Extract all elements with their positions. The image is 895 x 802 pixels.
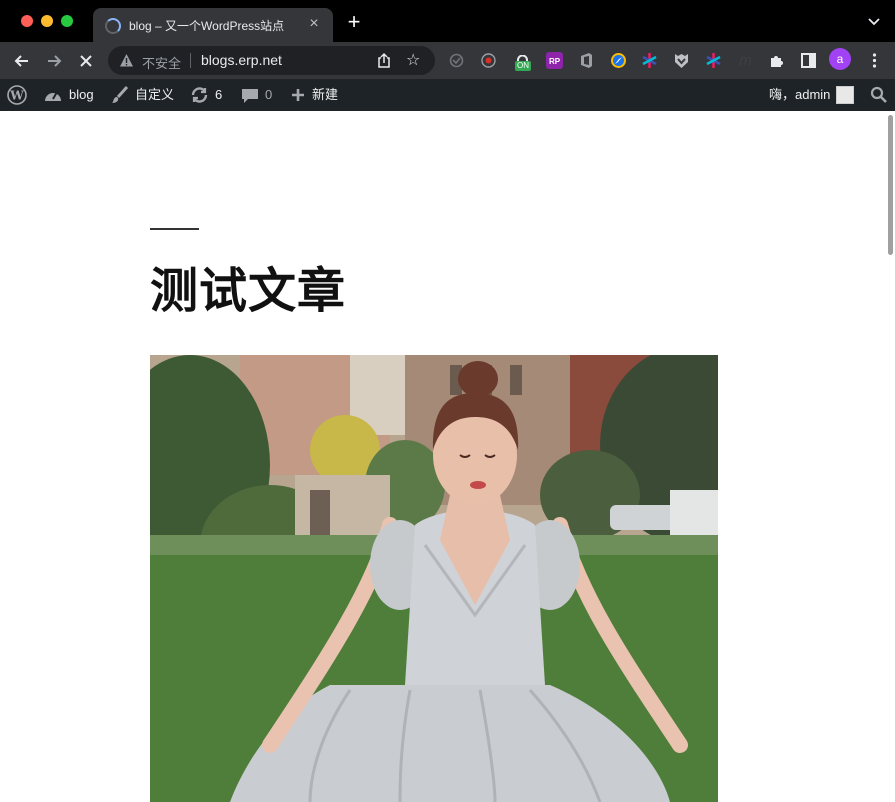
sync-icon[interactable] <box>448 52 465 69</box>
chevron-down-icon[interactable] <box>867 14 881 28</box>
my-account-menu[interactable]: 嗨，admin <box>769 79 855 111</box>
new-tab-button[interactable]: + <box>344 11 364 33</box>
greeting-label: 嗨，admin <box>769 87 831 102</box>
post-title: 测试文章 <box>150 263 347 319</box>
asterisk-icon-2[interactable] <box>705 52 722 69</box>
back-arrow-icon[interactable] <box>9 48 35 74</box>
wp-admin-bar: W blog 自定义 6 0 新建 嗨，admin <box>0 79 895 111</box>
window-maximize-button[interactable] <box>61 15 73 27</box>
browser-toolbar: 不安全 blogs.erp.net ☆ ON RP m a <box>0 42 895 79</box>
paintbrush-icon <box>112 86 129 103</box>
wordpress-logo-icon: W <box>7 85 27 105</box>
title-divider <box>150 228 199 230</box>
plus-icon <box>292 89 304 101</box>
tab-close-icon[interactable]: × <box>305 15 323 33</box>
search-icon <box>870 86 887 103</box>
kebab-menu-icon[interactable] <box>866 52 883 69</box>
comments-link[interactable]: 0 <box>241 79 272 111</box>
tab-strip: blog – 又一个WordPress站点 × + <box>0 0 895 42</box>
warning-icon[interactable] <box>119 53 134 68</box>
stop-loading-icon[interactable] <box>73 48 99 74</box>
updates-refresh-icon <box>191 87 208 103</box>
record-icon[interactable] <box>480 52 497 69</box>
updates-count: 6 <box>215 87 223 102</box>
admin-search[interactable] <box>870 79 888 111</box>
customize-link[interactable]: 自定义 <box>111 79 174 111</box>
office-icon[interactable] <box>578 52 595 69</box>
window-close-button[interactable] <box>21 15 33 27</box>
site-name-label: blog <box>69 87 94 102</box>
shield-icon[interactable] <box>673 52 690 69</box>
featured-image[interactable] <box>150 355 718 802</box>
puzzle-icon[interactable] <box>768 52 785 69</box>
browser-tab[interactable]: blog – 又一个WordPress站点 × <box>93 8 333 42</box>
comments-count: 0 <box>265 87 273 102</box>
rp-extension[interactable]: RP <box>546 52 563 69</box>
featured-photo <box>150 355 718 802</box>
customize-label: 自定义 <box>135 87 175 102</box>
new-content-label: 新建 <box>312 87 339 102</box>
bookmark-star-icon[interactable]: ☆ <box>406 50 420 70</box>
m-icon[interactable]: m <box>737 52 754 69</box>
tab-title: blog – 又一个WordPress站点 <box>129 19 285 33</box>
page-content: 测试文章 <box>0 111 895 802</box>
share-icon[interactable] <box>376 52 392 69</box>
omnibox-divider <box>190 53 191 68</box>
updates-link[interactable]: 6 <box>190 79 222 111</box>
comment-bubble-icon <box>242 88 258 103</box>
dashboard-gauge-icon <box>45 91 61 101</box>
scrollbar-thumb[interactable] <box>888 115 893 255</box>
window-minimize-button[interactable] <box>41 15 53 27</box>
on-badge-extension[interactable]: ON <box>514 52 531 71</box>
side-panel-icon[interactable] <box>800 52 817 69</box>
asterisk-icon[interactable] <box>641 52 658 69</box>
site-name-menu[interactable]: blog <box>43 79 94 111</box>
address-bar[interactable]: 不安全 blogs.erp.net ☆ <box>108 46 435 75</box>
not-secure-label[interactable]: 不安全 <box>142 53 181 72</box>
wp-logo-menu[interactable]: W <box>7 79 27 111</box>
new-content-menu[interactable]: 新建 <box>290 79 338 111</box>
compass-icon[interactable] <box>610 52 627 69</box>
user-avatar <box>836 86 855 104</box>
url-text[interactable]: blogs.erp.net <box>201 52 282 68</box>
page-scrollbar[interactable] <box>885 111 895 802</box>
svg-text:W: W <box>9 89 24 103</box>
forward-arrow-icon[interactable] <box>41 48 67 74</box>
loading-spinner-icon <box>105 18 121 34</box>
profile-avatar[interactable]: a <box>829 48 851 70</box>
